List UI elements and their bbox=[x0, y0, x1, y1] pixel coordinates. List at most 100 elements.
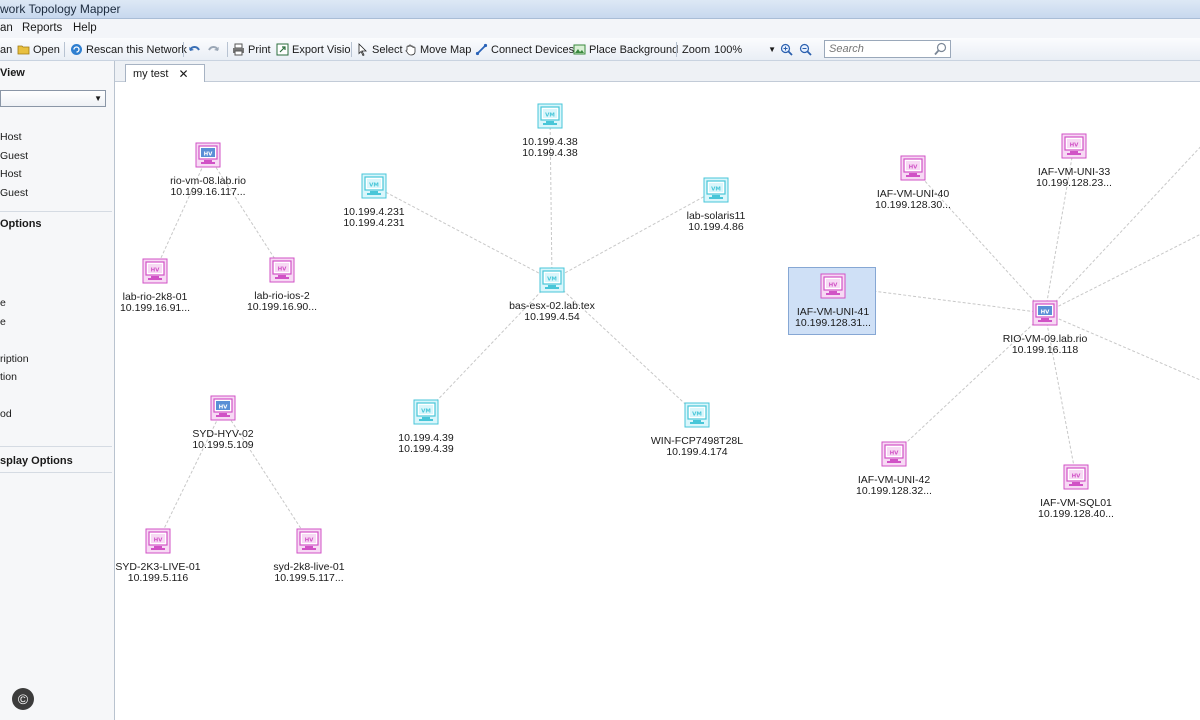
connect-devices-label: Connect Devices bbox=[491, 43, 575, 56]
view-item-guest[interactable]: Guest bbox=[0, 150, 28, 162]
view-dropdown[interactable]: ▼ bbox=[0, 90, 106, 107]
svg-text:HV: HV bbox=[204, 152, 214, 158]
place-background-button[interactable]: Place Background bbox=[573, 41, 678, 58]
hyperv-host-icon: HV bbox=[970, 300, 1120, 330]
virtual-machine-icon: VM bbox=[477, 267, 627, 297]
device-node-rio-vm-09-lab-rio[interactable]: HV RIO-VM-09.lab.rio 10.199.16.118 bbox=[970, 300, 1120, 357]
tab-label: my test bbox=[133, 67, 169, 80]
device-node-10-199-4-39[interactable]: VM 10.199.4.39 10.199.4.39 bbox=[351, 399, 501, 456]
svg-text:HV: HV bbox=[1070, 143, 1080, 149]
device-node-win-fcp7498t28l[interactable]: VM WIN-FCP7498T28L 10.199.4.174 bbox=[622, 402, 772, 459]
open-label: Open bbox=[33, 43, 60, 56]
svg-text:VM: VM bbox=[369, 183, 379, 189]
display-options-heading: splay Options bbox=[0, 455, 73, 467]
svg-text:HV: HV bbox=[151, 268, 161, 274]
node-ip: 10.199.4.231 bbox=[343, 217, 405, 229]
device-node-bas-esx-02-lab-tex[interactable]: VM bas-esx-02.lab.tex 10.199.4.54 bbox=[477, 267, 627, 324]
device-node-rio-vm-08-lab-rio[interactable]: HV rio-vm-08.lab.rio 10.199.16.117... bbox=[133, 142, 283, 199]
zoom-out-icon bbox=[799, 43, 812, 56]
device-node-syd-2k8-live-01[interactable]: HV syd-2k8-live-01 10.199.5.117... bbox=[234, 528, 384, 585]
node-ip: 10.199.128.40... bbox=[1038, 508, 1114, 520]
node-inner: VM 10.199.4.231 10.199.4.231 bbox=[299, 173, 449, 230]
scan-button-partial[interactable]: an bbox=[0, 41, 12, 58]
hyperv-host-icon: HV bbox=[148, 395, 298, 425]
export-icon bbox=[276, 43, 289, 56]
device-node-iaf-vm-sql01[interactable]: HV IAF-VM-SQL01 10.199.128.40... bbox=[1001, 464, 1151, 521]
svg-text:HV: HV bbox=[829, 283, 839, 289]
option-item[interactable]: od bbox=[0, 408, 12, 420]
device-node-syd-2k3-live-01[interactable]: HV SYD-2K3-LIVE-01 10.199.5.116 bbox=[115, 528, 233, 585]
search-icon[interactable] bbox=[934, 42, 947, 56]
select-tool-button[interactable]: Select bbox=[356, 41, 403, 58]
search-input[interactable] bbox=[825, 41, 929, 57]
close-icon[interactable]: ✕ bbox=[178, 67, 188, 81]
zoom-out-button[interactable] bbox=[799, 41, 812, 58]
device-node-iaf-vm-uni-41[interactable]: HV IAF-VM-UNI-41 10.199.128.31... bbox=[758, 267, 908, 335]
left-panel: View ▼ Host Guest Host Guest Options e e… bbox=[0, 61, 115, 720]
option-item[interactable]: tion bbox=[0, 371, 17, 383]
svg-text:HV: HV bbox=[1041, 310, 1051, 316]
option-item[interactable]: e bbox=[0, 316, 6, 328]
zoom-in-icon bbox=[780, 43, 793, 56]
node-inner: HV IAF-VM-UNI-40 10.199.128.30... bbox=[838, 155, 988, 212]
hyperv-guest-icon: HV bbox=[115, 528, 233, 558]
node-ip: 10.199.4.38 bbox=[522, 147, 578, 159]
toolbar-separator bbox=[676, 42, 677, 57]
node-inner: HV SYD-2K3-LIVE-01 10.199.5.116 bbox=[115, 528, 233, 585]
device-node-10-199-4-38[interactable]: VM 10.199.4.38 10.199.4.38 bbox=[475, 103, 625, 160]
svg-text:HV: HV bbox=[219, 405, 229, 411]
print-label: Print bbox=[248, 43, 271, 56]
node-ip: 10.199.128.30... bbox=[875, 199, 951, 211]
device-node-lab-rio-ios-2[interactable]: HV lab-rio-ios-2 10.199.16.90... bbox=[207, 257, 357, 314]
tab-my-test[interactable]: my test ✕ bbox=[125, 64, 205, 82]
device-node-iaf-vm-uni-33[interactable]: HV IAF-VM-UNI-33 10.199.128.23... bbox=[999, 133, 1149, 190]
redo-button[interactable] bbox=[207, 41, 220, 58]
option-item[interactable]: e bbox=[0, 297, 6, 309]
move-map-button[interactable]: Move Map bbox=[404, 41, 471, 58]
hyperv-guest-icon: HV bbox=[819, 441, 969, 471]
menu-item-file[interactable]: an bbox=[0, 22, 13, 34]
section-divider bbox=[0, 472, 112, 473]
view-item-guest[interactable]: Guest bbox=[0, 187, 28, 199]
device-node-iaf-vm-uni-40[interactable]: HV IAF-VM-UNI-40 10.199.128.30... bbox=[838, 155, 988, 212]
print-button[interactable]: Print bbox=[232, 41, 271, 58]
view-item-host[interactable]: Host bbox=[0, 131, 22, 143]
node-ip: 10.199.128.23... bbox=[1036, 177, 1112, 189]
device-node-lab-solaris11[interactable]: VM lab-solaris11 10.199.4.86 bbox=[641, 177, 791, 234]
hyperv-host-icon: HV bbox=[133, 142, 283, 172]
section-divider bbox=[0, 211, 112, 212]
view-item-host[interactable]: Host bbox=[0, 168, 22, 180]
device-node-syd-hyv-02[interactable]: HV SYD-HYV-02 10.199.5.109 bbox=[148, 395, 298, 452]
hyperv-guest-icon: HV bbox=[758, 273, 908, 303]
hand-icon bbox=[405, 44, 416, 56]
node-ip: 10.199.4.54 bbox=[524, 311, 580, 323]
node-inner: HV RIO-VM-09.lab.rio 10.199.16.118 bbox=[970, 300, 1120, 357]
menu-item-reports[interactable]: Reports bbox=[22, 22, 62, 34]
node-ip: 10.199.5.117... bbox=[274, 572, 344, 584]
zoom-select[interactable]: 100% ▼ bbox=[714, 42, 778, 57]
toolbar-separator bbox=[183, 42, 184, 57]
rescan-button[interactable]: Rescan this Network bbox=[70, 41, 187, 58]
node-inner: HV rio-vm-08.lab.rio 10.199.16.117... bbox=[133, 142, 283, 199]
svg-text:VM: VM bbox=[547, 277, 557, 283]
svg-text:HV: HV bbox=[305, 538, 315, 544]
hyperv-guest-icon: HV bbox=[207, 257, 357, 287]
export-visio-button[interactable]: Export Visio bbox=[276, 41, 351, 58]
menu-item-help[interactable]: Help bbox=[73, 22, 97, 34]
node-ip: 10.199.16.117... bbox=[170, 186, 246, 198]
node-ip: 10.199.16.118 bbox=[1011, 344, 1079, 356]
undo-icon bbox=[189, 46, 200, 51]
topology-canvas[interactable]: VM 10.199.4.38 10.199.4.38 VM 10.199.4.23… bbox=[115, 82, 1200, 720]
option-item-description[interactable]: ription bbox=[0, 353, 29, 365]
node-ip: 10.199.4.39 bbox=[398, 443, 454, 455]
connect-devices-button[interactable]: Connect Devices bbox=[475, 41, 574, 58]
node-inner: VM 10.199.4.38 10.199.4.38 bbox=[475, 103, 625, 160]
zoom-in-button[interactable] bbox=[780, 41, 793, 58]
device-node-10-199-4-231[interactable]: VM 10.199.4.231 10.199.4.231 bbox=[299, 173, 449, 230]
undo-button[interactable] bbox=[188, 41, 201, 58]
device-node-iaf-vm-uni-42[interactable]: HV IAF-VM-UNI-42 10.199.128.32... bbox=[819, 441, 969, 498]
open-button[interactable]: Open bbox=[17, 41, 60, 58]
menu-bar: an Reports Help bbox=[0, 19, 1200, 38]
search-box[interactable] bbox=[824, 40, 951, 58]
window-title: work Topology Mapper bbox=[0, 2, 121, 16]
